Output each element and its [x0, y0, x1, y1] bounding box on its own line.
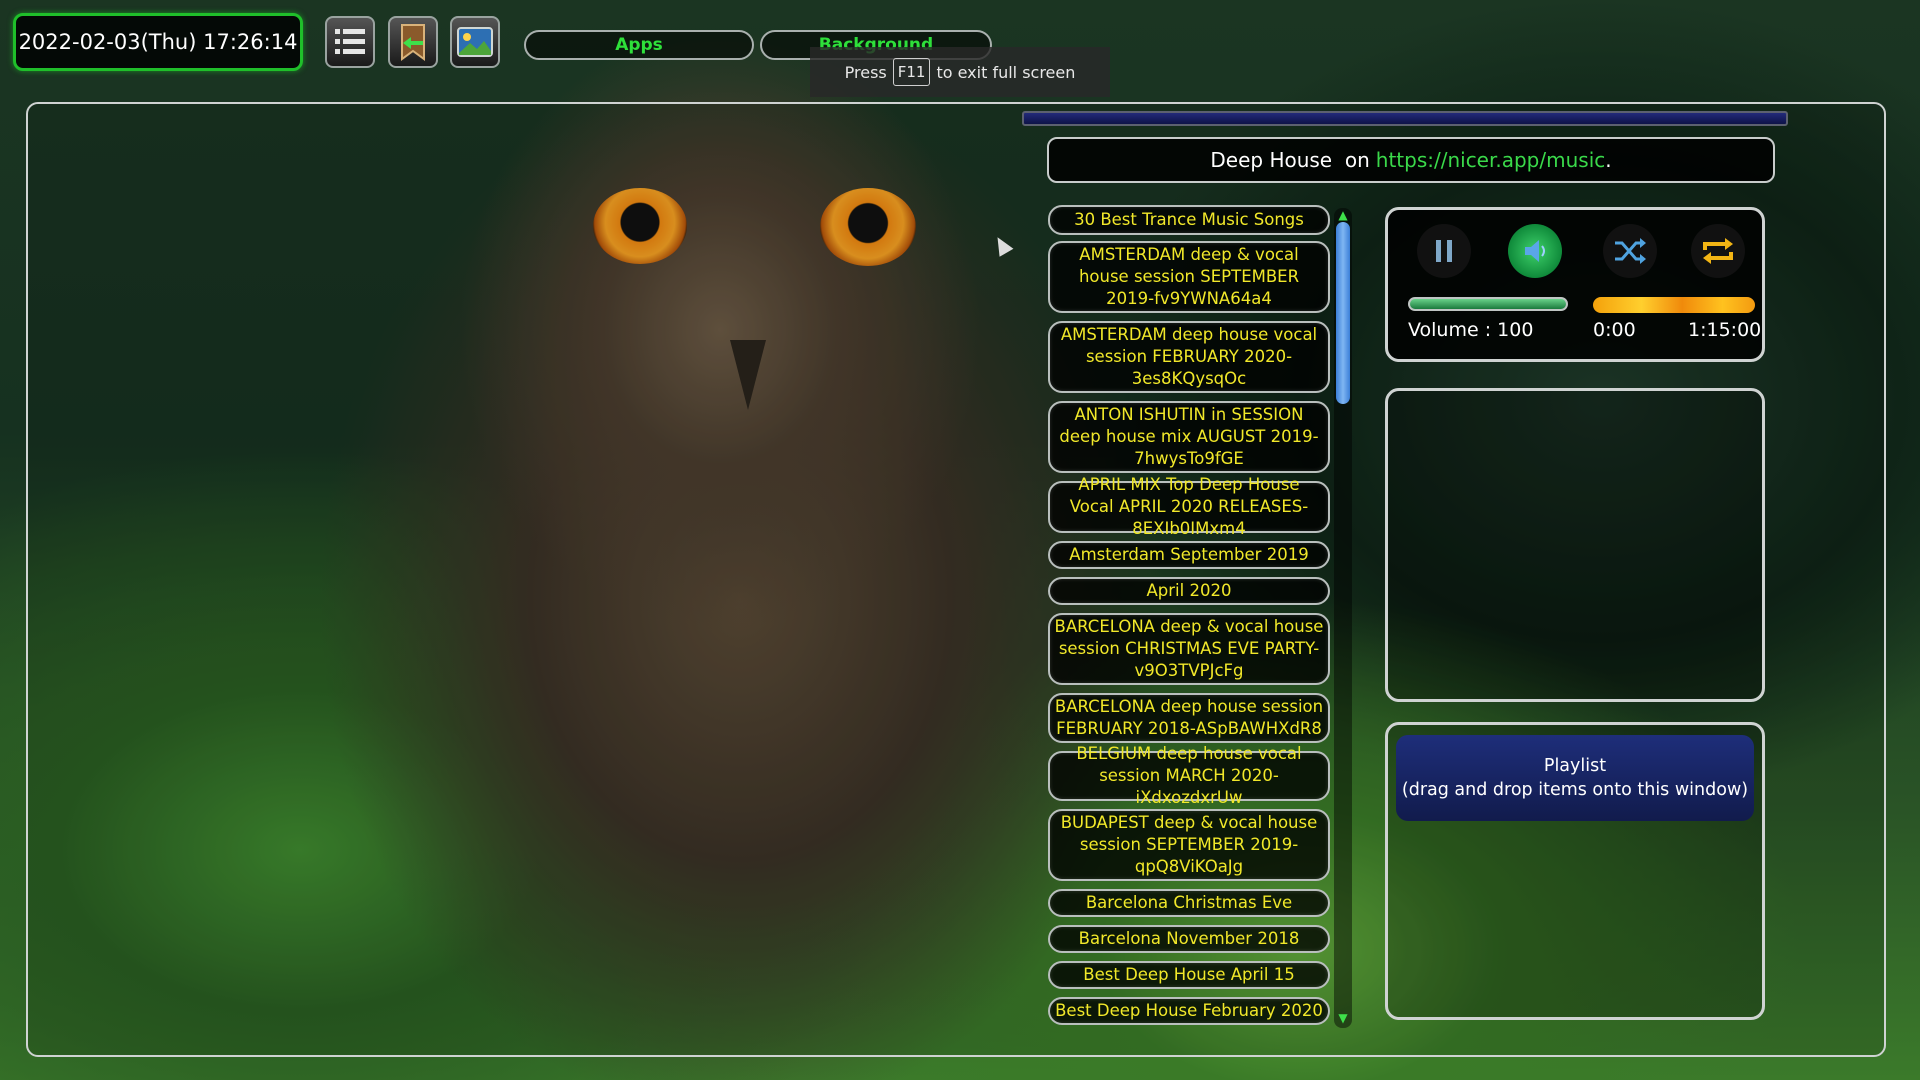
track-label: AMSTERDAM deep & vocal house session SEP…	[1078, 245, 1300, 308]
position-time: 0:00	[1593, 319, 1636, 341]
track-item[interactable]: BUDAPEST deep & vocal house session SEPT…	[1048, 809, 1330, 881]
track-item[interactable]: Barcelona November 2018	[1048, 925, 1330, 953]
duration-time: 1:15:00	[1688, 319, 1762, 341]
track-item[interactable]: APRIL MIX Top Deep House Vocal APRIL 202…	[1048, 475, 1330, 538]
track-label: BARCELONA deep house session FEBRUARY 20…	[1054, 697, 1324, 738]
back-bookmark-icon	[401, 24, 425, 61]
playlist-title: Playlist	[1543, 756, 1607, 776]
track-label: Best Deep House February 2020	[1055, 1001, 1323, 1020]
track-label: BARCELONA deep & vocal house session CHR…	[1054, 617, 1324, 680]
on-text: on	[1344, 148, 1370, 172]
list-icon	[335, 29, 365, 54]
track-item[interactable]: BELGIUM deep house vocal session MARCH 2…	[1048, 744, 1330, 807]
track-label: AMSTERDAM deep house vocal session FEBRU…	[1060, 325, 1318, 388]
background-button[interactable]	[450, 16, 500, 68]
shuffle-icon	[1615, 238, 1646, 264]
pause-button[interactable]	[1417, 224, 1471, 278]
repeat-icon	[1703, 238, 1733, 264]
scroll-down-icon[interactable]: ▼	[1336, 1012, 1350, 1024]
track-label: April 2020	[1146, 581, 1232, 600]
genre-title: Deep House	[1210, 148, 1333, 172]
audio-player: Volume : 100 0:00 1:15:00	[1385, 207, 1765, 362]
playlist-header: Playlist (drag and drop items onto this …	[1396, 735, 1754, 821]
datetime-text: 2022-02-03(Thu) 17:26:14	[18, 30, 298, 54]
repeat-button[interactable]	[1691, 224, 1745, 278]
pause-icon	[1436, 240, 1452, 262]
speaker-icon	[1525, 240, 1545, 262]
track-item[interactable]: 30 Best Trance Music Songs	[1048, 205, 1330, 235]
datetime-display: 2022-02-03(Thu) 17:26:14	[13, 13, 303, 71]
track-label: Barcelona November 2018	[1078, 929, 1300, 948]
track-label: BUDAPEST deep & vocal house session SEPT…	[1060, 813, 1318, 876]
info-panel	[1385, 388, 1765, 702]
volume-label: Volume : 100	[1408, 319, 1534, 341]
fullscreen-tooltip: Press F11 to exit full screen	[810, 47, 1110, 97]
track-label: BELGIUM deep house vocal session MARCH 2…	[1076, 744, 1302, 807]
track-label: Barcelona Christmas Eve	[1085, 893, 1293, 912]
track-label: Amsterdam September 2019	[1069, 545, 1309, 564]
apps-menu[interactable]: Apps	[524, 30, 754, 60]
site-title-bar: Deep House on https://nicer.app/music.	[1047, 137, 1775, 183]
track-item[interactable]: BARCELONA deep house session FEBRUARY 20…	[1048, 693, 1330, 743]
playlist-dropzone[interactable]: Playlist (drag and drop items onto this …	[1385, 722, 1765, 1020]
mute-button[interactable]	[1508, 224, 1562, 278]
track-item[interactable]: Amsterdam September 2019	[1048, 541, 1330, 569]
fullscreen-tip-key: F11	[892, 58, 931, 86]
track-item[interactable]: Best Deep House April 15	[1048, 961, 1330, 989]
site-link[interactable]: https://nicer.app/music	[1376, 148, 1605, 172]
volume-slider[interactable]	[1408, 297, 1568, 311]
loading-progress-bar	[1022, 111, 1788, 126]
track-item[interactable]: ANTON ISHUTIN in SESSION deep house mix …	[1048, 401, 1330, 473]
track-label: Best Deep House April 15	[1083, 965, 1295, 984]
background-image-icon	[457, 27, 493, 57]
fullscreen-tip-suffix: to exit full screen	[936, 62, 1076, 82]
track-label: APRIL MIX Top Deep House Vocal APRIL 202…	[1069, 475, 1309, 538]
track-item[interactable]: Barcelona Christmas Eve	[1048, 889, 1330, 917]
title-period: .	[1605, 148, 1612, 172]
track-item[interactable]: Best Deep House February 2020	[1048, 997, 1330, 1025]
track-list-scroll-thumb[interactable]	[1336, 222, 1350, 404]
fullscreen-tip-prefix: Press	[844, 62, 887, 82]
track-item[interactable]: AMSTERDAM deep & vocal house session SEP…	[1048, 241, 1330, 313]
track-item[interactable]: April 2020	[1048, 577, 1330, 605]
apps-menu-label: Apps	[615, 35, 663, 55]
seek-slider[interactable]	[1593, 297, 1755, 313]
scroll-up-icon[interactable]: ▲	[1336, 209, 1350, 221]
shuffle-button[interactable]	[1603, 224, 1657, 278]
back-button[interactable]	[388, 16, 438, 68]
playlist-hint: (drag and drop items onto this window)	[1401, 780, 1749, 800]
menu-list-button[interactable]	[325, 16, 375, 68]
track-item[interactable]: BARCELONA deep & vocal house session CHR…	[1048, 613, 1330, 685]
track-label: ANTON ISHUTIN in SESSION deep house mix …	[1059, 405, 1319, 468]
track-item[interactable]: AMSTERDAM deep house vocal session FEBRU…	[1048, 321, 1330, 393]
track-label: 30 Best Trance Music Songs	[1074, 210, 1304, 229]
